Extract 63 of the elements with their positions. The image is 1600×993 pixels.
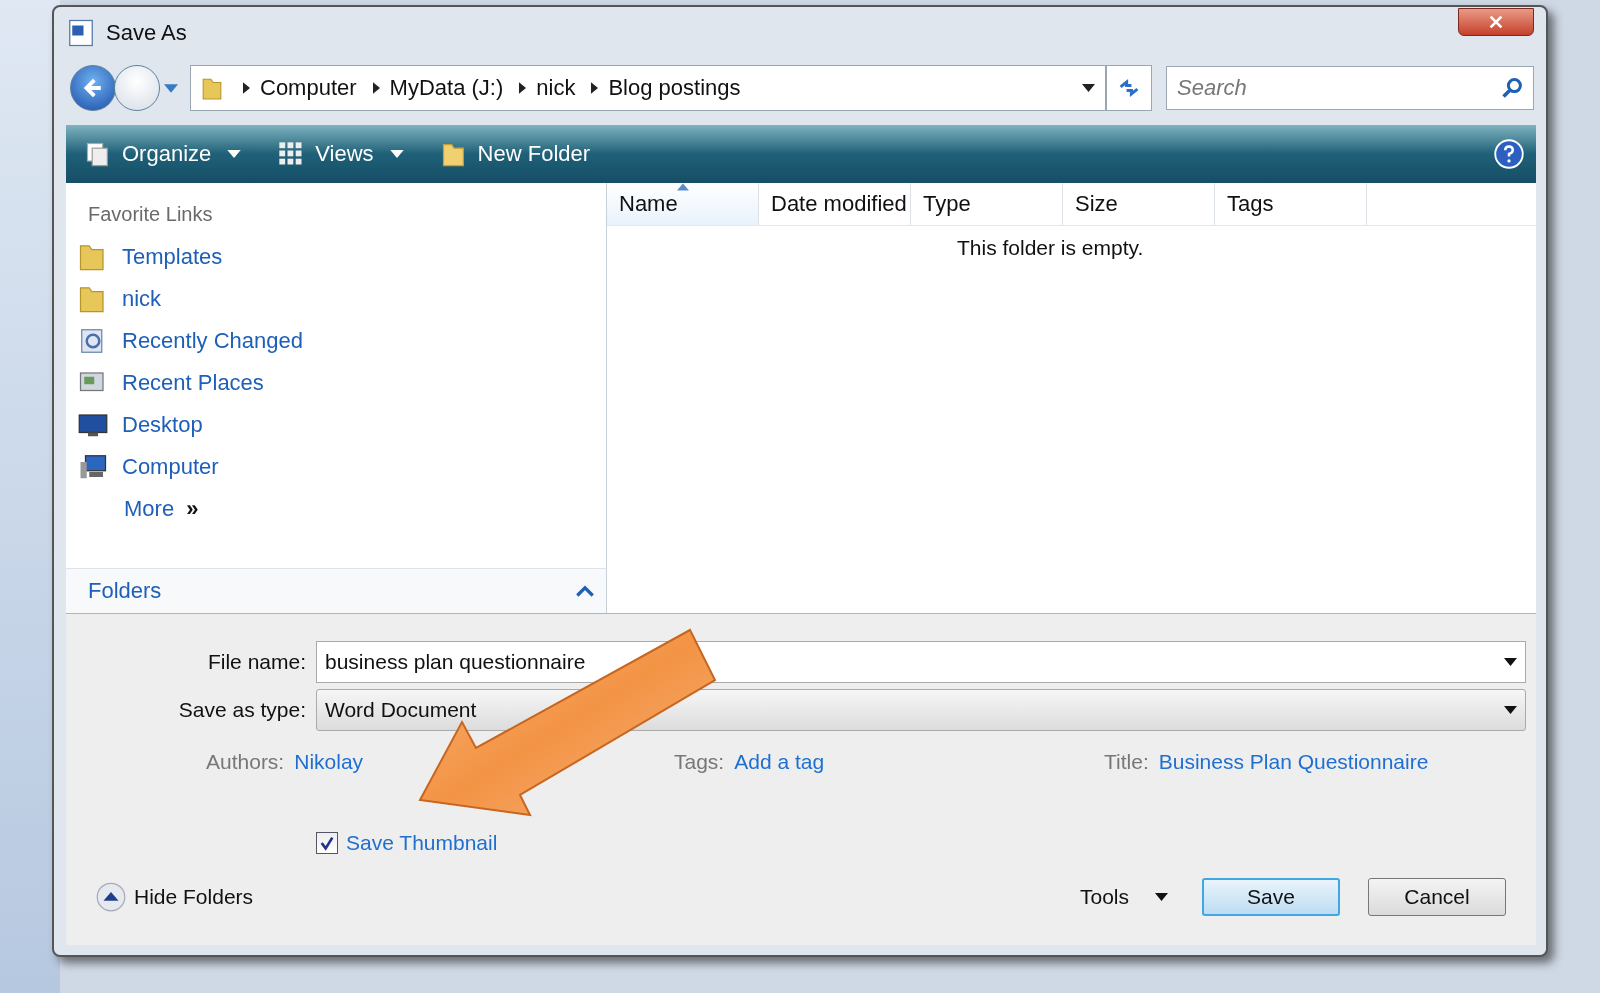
search-icon: [1500, 76, 1524, 100]
favorite-link[interactable]: Templates: [66, 236, 223, 278]
search-field[interactable]: Search: [1166, 66, 1534, 110]
dropdown-caret-icon: [1504, 658, 1517, 666]
field-label: File name:: [206, 650, 306, 674]
metadata-label: Tags:: [674, 750, 725, 774]
checkbox[interactable]: [316, 832, 338, 854]
field-label: Save as type:: [177, 698, 306, 722]
favorite-link[interactable]: Recent Places: [66, 362, 264, 404]
toolbar-menu-button[interactable]: Views: [271, 136, 410, 172]
favorite-link[interactable]: Desktop: [66, 404, 203, 446]
metadata-label: Title:: [1104, 750, 1149, 774]
favorite-link[interactable]: Computer: [66, 446, 219, 488]
caret-icon: [227, 150, 242, 158]
metadata-link[interactable]: Nikolay: [294, 750, 364, 774]
checkmark-icon: [319, 835, 335, 851]
forward-button[interactable]: [114, 65, 160, 111]
save-button[interactable]: Save: [1202, 878, 1340, 916]
toolbar-menu-button[interactable]: Organize: [78, 136, 248, 172]
dropdown-caret-icon[interactable]: [1082, 84, 1095, 92]
file-name-field[interactable]: business plan questionnaire: [316, 641, 1526, 683]
metadata-link[interactable]: Add a tag: [734, 750, 825, 774]
column-header[interactable]: Size: [1063, 183, 1215, 225]
history-caret-icon: [164, 83, 178, 93]
favorite-link[interactable]: nick: [66, 278, 162, 320]
metadata-label: Authors:: [206, 750, 285, 774]
document-icon: [66, 18, 96, 48]
close-icon: [1487, 13, 1505, 31]
checkbox-label[interactable]: Save Thumbnail: [346, 831, 498, 855]
address-bar[interactable]: Computer MyData (J:) nick Blog postings: [190, 65, 1106, 111]
breadcrumb-item[interactable]: Computer: [260, 75, 357, 101]
folders-bar[interactable]: Folders: [66, 568, 606, 613]
chevron-icon: [372, 82, 380, 94]
empty-message: This folder is empty.: [957, 236, 1144, 260]
column-header[interactable]: Type: [911, 183, 1063, 225]
hide-folders-button[interactable]: Hide Folders: [78, 882, 254, 912]
metadata-link[interactable]: Business Plan Questionnaire: [1158, 750, 1429, 774]
dropdown-caret-icon: [1504, 706, 1517, 714]
help-icon[interactable]: [1494, 139, 1524, 169]
tools-menu-button[interactable]: Tools: [1073, 884, 1174, 910]
breadcrumb-item[interactable]: Blog postings: [608, 75, 741, 101]
cancel-button[interactable]: Cancel: [1368, 878, 1506, 916]
back-button[interactable]: [70, 65, 116, 111]
caret-icon: [1155, 893, 1168, 901]
chevron-icon: [519, 82, 527, 94]
column-header[interactable]: Tags: [1215, 183, 1367, 225]
favorite-link[interactable]: Recently Changed: [66, 320, 303, 362]
new-folder-button[interactable]: New Folder: [433, 136, 597, 172]
column-header[interactable]: Name: [607, 183, 759, 225]
chevron-icon: [243, 82, 250, 94]
collapse-icon: [96, 882, 126, 912]
chevron-icon: [591, 82, 599, 94]
refresh-button[interactable]: [1106, 65, 1152, 111]
caret-icon: [389, 150, 404, 158]
section-heading: Favorite Links: [88, 203, 213, 226]
more-link[interactable]: More »: [66, 488, 199, 530]
close-button[interactable]: [1458, 8, 1534, 36]
refresh-icon: [1117, 76, 1141, 100]
breadcrumb-item[interactable]: nick: [536, 75, 576, 101]
column-header[interactable]: Date modified: [759, 183, 911, 225]
breadcrumb-item[interactable]: MyData (J:): [389, 75, 504, 101]
window-title: Save As: [106, 20, 188, 46]
file-type-dropdown[interactable]: Word Document: [316, 689, 1526, 731]
